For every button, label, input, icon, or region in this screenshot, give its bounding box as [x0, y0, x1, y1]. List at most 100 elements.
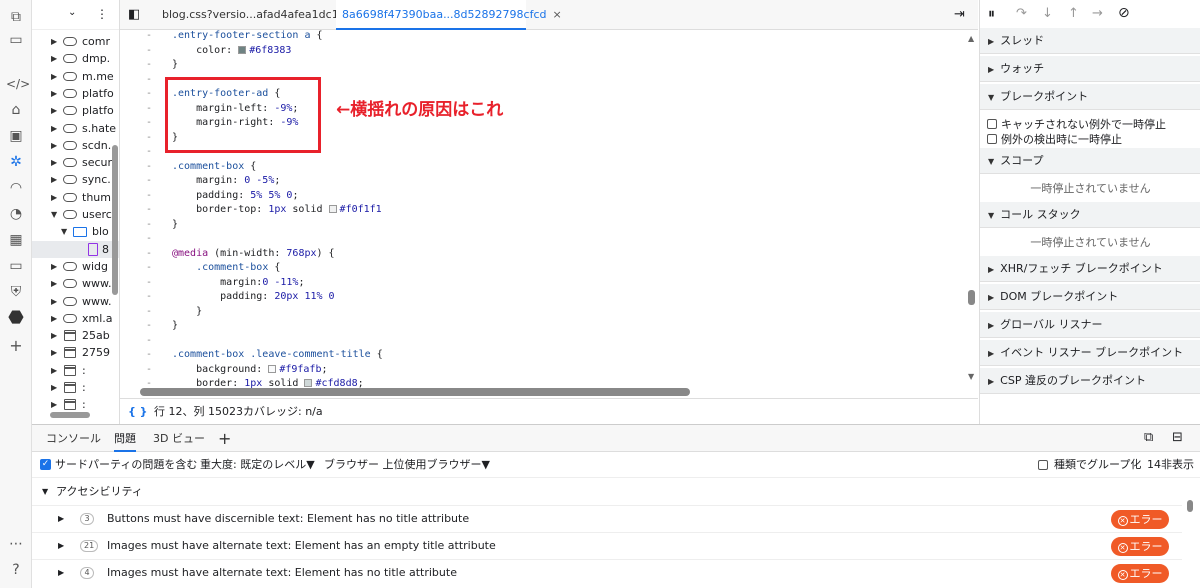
code-line[interactable]: } — [172, 320, 178, 331]
chevron-right-icon[interactable]: ▶ — [51, 344, 57, 361]
code-line[interactable]: } — [172, 59, 178, 70]
code-line[interactable]: .entry-footer-section a { — [172, 30, 323, 41]
category-accessibility[interactable]: ▼ アクセシビリティ — [32, 479, 1182, 505]
tree-item[interactable]: ▶: — [32, 396, 119, 413]
code-line[interactable]: border-top: 1px solid #f0f1f1 — [172, 204, 382, 215]
step-into-icon[interactable]: ↓ — [1042, 6, 1053, 21]
code-line[interactable]: margin:0 -11%; — [172, 277, 304, 288]
toggle-navigator-icon[interactable]: ◧ — [128, 7, 140, 22]
pause-icon[interactable]: ⏸ — [988, 6, 995, 22]
tab-active-file[interactable]: 8a6698f47390baa...8d52892798cfcd × — [336, 0, 562, 30]
chevron-right-icon[interactable]: ▶ — [51, 293, 57, 310]
close-drawer-icon[interactable]: ⊟ — [1172, 430, 1183, 445]
code-line[interactable]: padding: 20px 11% 0 — [172, 291, 334, 302]
step-out-icon[interactable]: ↑ — [1068, 6, 1079, 21]
code-line[interactable]: color: #6f8383 — [172, 45, 291, 56]
chevron-right-icon[interactable]: ▶ — [51, 379, 57, 396]
tree-item[interactable]: ▶ secur — [32, 154, 119, 171]
tree-item[interactable]: ▶ 2759 — [32, 344, 119, 361]
issue-row[interactable]: ▶ 3 Buttons must have discernible text: El… — [32, 505, 1182, 531]
chevron-down-icon[interactable]: ⌄ — [68, 7, 76, 18]
add-tool-icon[interactable]: + — [6, 336, 26, 356]
more-tools-icon[interactable]: ⋯ — [6, 534, 26, 554]
chevron-right-icon[interactable]: ▶ — [51, 50, 57, 67]
code-line[interactable]: } — [172, 219, 178, 230]
tree-item[interactable]: ▶ sync. — [32, 171, 119, 188]
sidebar-section[interactable]: ▶ XHR/フェッチ ブレークポイント — [980, 256, 1200, 282]
sidebar-section[interactable]: ▼ コール スタック — [980, 202, 1200, 228]
code-line[interactable]: margin: 0 -5%; — [172, 175, 280, 186]
tree-item[interactable]: ▼ userc — [32, 206, 119, 223]
tree-item[interactable]: ▶ platfo — [32, 85, 119, 102]
tree-item[interactable]: ▶ dmp. — [32, 50, 119, 67]
tab-issues[interactable]: 問題 — [114, 425, 136, 452]
editor-hscrollbar[interactable] — [140, 388, 690, 396]
editor-vscrollbar[interactable] — [968, 290, 975, 305]
group-checkbox[interactable] — [1038, 460, 1048, 470]
pretty-print-button[interactable]: { } — [128, 399, 148, 425]
performance-icon[interactable]: ◔ — [6, 204, 26, 224]
code-line[interactable]: padding: 5% 5% 0; — [172, 190, 298, 201]
chevron-right-icon[interactable]: ▶ — [51, 258, 57, 275]
sources-code-icon[interactable]: </> — [6, 74, 30, 94]
memory-chip-icon[interactable]: ▦ — [6, 230, 26, 250]
close-tab-icon[interactable]: × — [552, 8, 561, 21]
tree-item[interactable]: ▶ xml.a — [32, 310, 119, 327]
add-tab-button[interactable]: + — [218, 425, 231, 452]
sidebar-section[interactable]: ▶ グローバル リスナー — [980, 312, 1200, 338]
tree-scrollbar[interactable] — [112, 145, 118, 295]
tree-item[interactable]: ▶ scdn. — [32, 137, 119, 154]
chevron-right-icon[interactable]: ▶ — [51, 33, 57, 50]
tree-item[interactable]: ▶ 25ab — [32, 327, 119, 344]
tree-item[interactable]: ▶ m.me — [32, 68, 119, 85]
chevron-down-icon[interactable]: ▼ — [51, 206, 57, 223]
step-over-icon[interactable]: ↷ — [1016, 6, 1027, 21]
code-line[interactable]: } — [172, 306, 202, 317]
chevron-right-icon[interactable]: ▶ — [58, 506, 64, 532]
checkbox-box[interactable] — [987, 119, 997, 129]
step-icon[interactable]: → — [1092, 6, 1103, 21]
elements-icon[interactable]: ▭ — [6, 30, 26, 50]
home-icon[interactable]: ⌂ — [6, 100, 26, 120]
code-line[interactable]: .comment-box { — [172, 262, 280, 273]
chevron-right-icon[interactable]: ▶ — [51, 189, 57, 206]
stop-octagon-icon[interactable]: ⬣ — [6, 308, 26, 328]
chevron-right-icon[interactable]: ▶ — [51, 102, 57, 119]
chevron-down-icon[interactable]: ▼ — [61, 223, 67, 240]
browser-dropdown[interactable]: ブラウザー 上位使用ブラウザー▼ — [324, 452, 490, 478]
more-options-icon[interactable]: ⋮ — [96, 7, 108, 21]
pause-caught-checkbox[interactable]: 例外の検出時に一時停止 — [987, 131, 1122, 147]
console-icon[interactable]: ▣ — [6, 126, 26, 146]
sidebar-section[interactable]: ▶ DOM ブレークポイント — [980, 284, 1200, 310]
tree-item[interactable]: ▶ thum — [32, 189, 119, 206]
device-toolbar-icon[interactable]: ⧉ — [6, 7, 26, 27]
code-line[interactable]: .comment-box { — [172, 161, 256, 172]
tab-blog-css[interactable]: blog.css?versio...afad4afea1dc16 — [162, 0, 346, 30]
tree-item[interactable]: ▶ www. — [32, 293, 119, 310]
bug-debugger-icon[interactable]: ✲ — [6, 152, 26, 172]
issue-row[interactable]: ▶ 4 Images must have alternate text: Eleme… — [32, 559, 1182, 585]
code-line[interactable]: .comment-box .leave-comment-title { — [172, 349, 383, 360]
tab-3d-view[interactable]: 3D ビュー — [153, 425, 205, 452]
network-wifi-icon[interactable]: ◠ — [6, 178, 26, 198]
chevron-right-icon[interactable]: ▶ — [51, 171, 57, 188]
tree-item[interactable]: ▶ comr — [32, 33, 119, 50]
help-icon[interactable]: ? — [6, 560, 26, 580]
chevron-right-icon[interactable]: ▶ — [51, 396, 57, 413]
tab-console[interactable]: コンソール — [46, 425, 101, 452]
code-line[interactable]: background: #f9fafb; — [172, 364, 327, 375]
chevron-right-icon[interactable]: ▶ — [58, 533, 64, 559]
drawer-scrollbar[interactable] — [1187, 500, 1193, 512]
sidebar-section[interactable]: ▶ スレッド — [980, 28, 1200, 54]
chevron-right-icon[interactable]: ▶ — [51, 275, 57, 292]
tree-item[interactable]: ▶ platfo — [32, 102, 119, 119]
deactivate-breakpoints-icon[interactable]: ⊘ — [1118, 5, 1130, 21]
chevron-right-icon[interactable]: ▶ — [58, 560, 64, 586]
tree-item[interactable]: ▶ widg — [32, 258, 119, 275]
issue-row[interactable]: ▶ 21 Images must have alternate text: Elem… — [32, 532, 1182, 558]
severity-dropdown[interactable]: 重大度: 既定のレベル▼ — [200, 452, 315, 478]
sidebar-section[interactable]: ▼ スコープ — [980, 148, 1200, 174]
tree-item[interactable]: 8 — [32, 240, 119, 258]
toggle-debugger-icon[interactable]: ⇥ — [954, 7, 965, 22]
third-party-checkbox[interactable]: ✓ — [40, 459, 51, 470]
